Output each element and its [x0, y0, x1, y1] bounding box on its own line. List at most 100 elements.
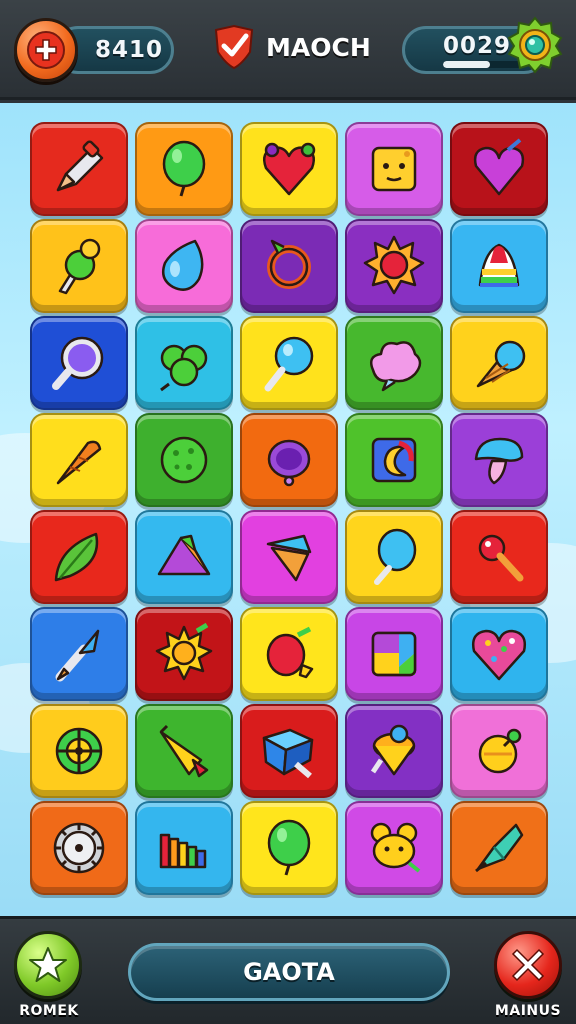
tile-red-sun[interactable] [345, 219, 443, 313]
gem-count: 0029 [443, 32, 512, 59]
tile-golden-mouse[interactable] [345, 801, 443, 895]
yellow-orb-icon [478, 728, 522, 774]
magnifier-icon [52, 336, 104, 390]
game-board [0, 103, 576, 916]
tile-pink-cloud[interactable] [345, 316, 443, 410]
add-coins-button[interactable] [14, 18, 78, 82]
green-balloon-icon [162, 140, 206, 197]
tile-red-key[interactable] [450, 510, 548, 604]
red-heart-gem-icon [263, 142, 316, 196]
gem-badge-icon[interactable] [506, 16, 564, 74]
plus-icon [27, 31, 65, 69]
blue-cube-icon [262, 728, 314, 779]
green-clover-icon [160, 344, 208, 392]
tile-green-balloon[interactable] [135, 122, 233, 216]
rainbow-stairs-icon [159, 833, 207, 869]
paint-brush-icon [55, 629, 100, 682]
red-key-icon [478, 534, 524, 582]
tile-rainbow-stairs[interactable] [135, 801, 233, 895]
tile-green-balloon[interactable] [240, 801, 338, 895]
tile-color-square[interactable] [345, 607, 443, 701]
tile-ring-arrow[interactable] [240, 219, 338, 313]
green-ball-icon [160, 436, 208, 484]
tile-blue-cube[interactable] [240, 704, 338, 798]
tile-purple-heart[interactable] [450, 122, 548, 216]
tile-carrot[interactable] [30, 413, 128, 507]
close-button-caption: MAINUS [494, 1003, 562, 1019]
green-ice-cream-icon [58, 238, 101, 295]
close-icon [511, 948, 545, 982]
target-wheel-icon [55, 727, 103, 775]
candy-heart-icon [472, 629, 526, 681]
top-bar: 8410 MAOCH 0029 [0, 0, 576, 100]
tile-gear-wheel[interactable] [30, 801, 128, 895]
ring-arrow-icon [267, 239, 311, 289]
tile-green-ice-cream[interactable] [30, 219, 128, 313]
tile-red-berry[interactable] [240, 607, 338, 701]
purple-mirror-icon [267, 439, 311, 487]
gem-progress-fill [443, 60, 490, 68]
cheese-face-block-icon [371, 146, 417, 192]
red-sun-icon [363, 235, 425, 295]
purple-pyramid-icon [157, 534, 211, 576]
tile-blue-mushroom[interactable] [450, 413, 548, 507]
tile-teal-gem[interactable] [450, 801, 548, 895]
tile-orange-cone[interactable] [240, 510, 338, 604]
gear-wheel-icon [53, 822, 105, 874]
blue-balloon-icon [374, 528, 417, 585]
spinning-top-icon [370, 724, 416, 776]
carrot-icon [56, 440, 102, 485]
tile-green-clover[interactable] [135, 316, 233, 410]
bottom-bar: ROMEK GAOTA MAINUS [0, 916, 576, 1024]
tile-candy-heart[interactable] [450, 607, 548, 701]
rocket-pencil-icon [56, 140, 104, 192]
tile-rocket-pencil[interactable] [30, 122, 128, 216]
tile-purple-pyramid[interactable] [135, 510, 233, 604]
tile-yellow-sun[interactable] [135, 607, 233, 701]
tile-magnifier[interactable] [30, 316, 128, 410]
yellow-horn-icon [159, 724, 209, 778]
tile-target-wheel[interactable] [30, 704, 128, 798]
coin-count: 8410 [95, 37, 164, 63]
green-balloon-icon [267, 819, 311, 876]
pink-cloud-icon [370, 341, 422, 392]
ice-cream-cone-icon [476, 340, 526, 388]
match-title: MAOCH [212, 22, 371, 72]
teal-gem-icon [475, 823, 524, 873]
tile-yellow-horn[interactable] [135, 704, 233, 798]
tile-green-leaf[interactable] [30, 510, 128, 604]
tile-blue-drop[interactable] [135, 219, 233, 313]
striped-cone-icon [478, 243, 520, 287]
color-square-icon [371, 631, 417, 677]
yellow-sun-icon [155, 622, 213, 681]
red-berry-icon [266, 626, 314, 679]
tile-purple-mirror[interactable] [240, 413, 338, 507]
blue-mushroom-icon [474, 437, 524, 485]
tile-red-heart-gem[interactable] [240, 122, 338, 216]
orange-cone-icon [266, 534, 312, 582]
tile-ice-cream-cone[interactable] [450, 316, 548, 410]
purple-heart-icon [473, 138, 525, 196]
golden-mouse-icon [370, 822, 421, 873]
blue-drop-icon [162, 239, 204, 291]
checkmark-shield-icon [214, 24, 254, 70]
tile-grid [30, 122, 548, 895]
moon-square-icon [371, 437, 417, 483]
star-icon [29, 947, 67, 982]
star-button-caption: ROMEK [19, 1003, 79, 1019]
match-label: MAOCH [266, 32, 371, 62]
tile-spinning-top[interactable] [345, 704, 443, 798]
tile-yellow-orb[interactable] [450, 704, 548, 798]
tile-paint-brush[interactable] [30, 607, 128, 701]
tile-blue-lollipop[interactable] [240, 316, 338, 410]
green-leaf-icon [54, 532, 99, 582]
tile-striped-cone[interactable] [450, 219, 548, 313]
tile-moon-square[interactable] [345, 413, 443, 507]
blue-lollipop-icon [264, 336, 314, 392]
close-button[interactable] [494, 931, 562, 999]
main-action-button[interactable]: GAOTA [128, 943, 450, 1001]
star-button[interactable] [14, 931, 82, 999]
tile-green-ball[interactable] [135, 413, 233, 507]
tile-cheese-face-block[interactable] [345, 122, 443, 216]
tile-blue-balloon[interactable] [345, 510, 443, 604]
